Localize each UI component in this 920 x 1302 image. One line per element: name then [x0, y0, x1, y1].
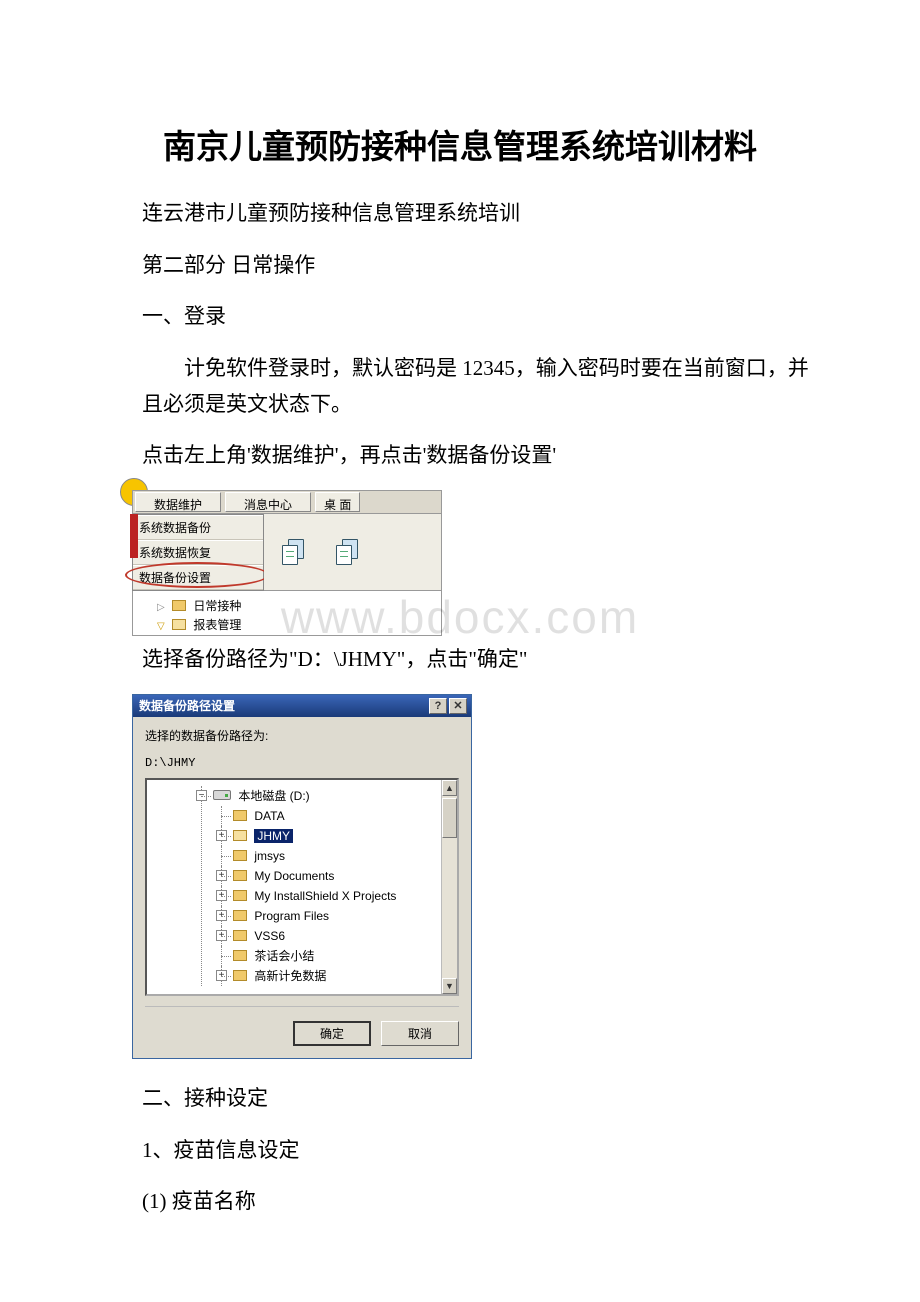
backup-path-dialog: 数据备份路径设置 ? ✕ 选择的数据备份路径为: D:\JHMY − 本地磁盘 …	[132, 694, 472, 1059]
folder-icon	[233, 970, 247, 981]
screenshot-toolbar-menu: 数据维护 消息中心 桌 面 系统数据备份 系统数据恢复 数据备份设置 ▷	[132, 490, 442, 636]
dialog-prompt-label: 选择的数据备份路径为:	[145, 727, 459, 744]
nav-tree-panel: ▷ 日常接种 ▽ 报表管理	[132, 591, 442, 636]
folder-icon	[233, 870, 247, 881]
folder-label-jmsys: jmsys	[254, 849, 285, 863]
section-1-heading: 一、登录	[100, 299, 820, 335]
tree-item-daily[interactable]: ▷ 日常接种	[157, 597, 431, 614]
folder-icon	[172, 600, 186, 611]
folder-tree[interactable]: − 本地磁盘 (D:) DATA +	[145, 778, 459, 996]
folder-icon	[233, 910, 247, 921]
cancel-button[interactable]: 取消	[381, 1021, 459, 1046]
tree-label-baobiao: 报表管理	[193, 618, 241, 632]
folder-icon	[233, 850, 247, 861]
para-click-instruction: 点击左上角'数据维护'，再点击'数据备份设置'	[100, 438, 820, 474]
folder-open-icon	[172, 619, 186, 630]
drive-icon	[213, 790, 231, 800]
folder-label-gaoxin: 高新计免数据	[254, 969, 326, 983]
folder-label-tea: 茶话会小结	[254, 949, 314, 963]
tree-label-daily: 日常接种	[193, 599, 241, 613]
tree-node-vss6[interactable]: + VSS6	[233, 926, 453, 946]
tree-node-jmsys[interactable]: jmsys	[233, 846, 453, 866]
tree-node-installshield[interactable]: + My InstallShield X Projects	[233, 886, 453, 906]
expand-box-icon[interactable]: +	[216, 870, 227, 881]
folder-icon	[233, 890, 247, 901]
tree-node-jhmy[interactable]: + JHMY	[233, 826, 453, 846]
dialog-title: 数据备份路径设置	[139, 697, 235, 714]
tree-node-mydocuments[interactable]: + My Documents	[233, 866, 453, 886]
tree-item-baobiao[interactable]: ▽ 报表管理	[157, 616, 431, 633]
red-indicator-bar	[130, 514, 138, 558]
menu-item-sys-backup[interactable]: 系统数据备份	[133, 515, 263, 540]
folder-open-icon	[233, 830, 247, 841]
tree-node-gaoxin[interactable]: + 高新计免数据	[233, 966, 453, 986]
scroll-up-arrow-icon[interactable]: ▲	[442, 780, 457, 796]
collapse-box-icon[interactable]: −	[196, 790, 207, 801]
tree-node-data[interactable]: DATA	[233, 806, 453, 826]
folder-label-progfiles: Program Files	[254, 909, 329, 923]
expand-triangle-icon: ▷	[157, 602, 165, 613]
tree-node-drive-d[interactable]: − 本地磁盘 (D:) DATA +	[213, 786, 453, 986]
copy-icon[interactable]	[282, 539, 308, 565]
dialog-button-row: 确定 取消	[145, 1006, 459, 1046]
folder-label-vss6: VSS6	[254, 929, 285, 943]
dialog-titlebar: 数据备份路径设置 ? ✕	[133, 695, 471, 717]
expand-box-icon[interactable]: +	[216, 970, 227, 981]
expand-box-icon[interactable]: +	[216, 930, 227, 941]
folder-label-data: DATA	[254, 809, 284, 823]
data-maint-dropdown: 系统数据备份 系统数据恢复 数据备份设置	[132, 514, 264, 591]
expand-box-icon[interactable]: +	[216, 910, 227, 921]
selected-path-text: D:\JHMY	[145, 756, 459, 770]
scroll-thumb[interactable]	[442, 798, 457, 838]
para-subject: 连云港市儿童预防接种信息管理系统培训	[100, 196, 820, 232]
vertical-scrollbar[interactable]: ▲ ▼	[441, 780, 457, 994]
menu-item-backup-path-setting[interactable]: 数据备份设置	[133, 565, 263, 590]
section-2-heading: 二、接种设定	[100, 1081, 820, 1117]
toolbar: 数据维护 消息中心 桌 面	[132, 490, 442, 514]
expand-triangle-open-icon: ▽	[157, 621, 165, 632]
scroll-down-arrow-icon[interactable]: ▼	[442, 978, 457, 994]
folder-icon	[233, 810, 247, 821]
expand-box-icon[interactable]: +	[216, 830, 227, 841]
para-choose-path: 选择备份路径为"D：\JHMY"，点击"确定"	[100, 642, 820, 678]
tree-node-program-files[interactable]: + Program Files	[233, 906, 453, 926]
toolbar-btn-desktop[interactable]: 桌 面	[315, 492, 360, 512]
folder-icon	[233, 950, 247, 961]
close-button[interactable]: ✕	[449, 698, 467, 714]
ok-button[interactable]: 确定	[293, 1021, 371, 1046]
doc-title: 南京儿童预防接种信息管理系统培训材料	[100, 120, 820, 168]
para-part: 第二部分 日常操作	[100, 248, 820, 284]
para-login-desc: 计免软件登录时，默认密码是 12345，输入密码时要在当前窗口，并且必须是英文状…	[100, 351, 820, 422]
folder-label-jhmy: JHMY	[254, 829, 293, 843]
folder-icon	[233, 930, 247, 941]
para-login-desc-text: 计免软件登录时，默认密码是 12345，输入密码时要在当前窗口，并且必须是英文状…	[142, 356, 809, 416]
toolbar-btn-data-maint[interactable]: 数据维护	[135, 492, 221, 512]
menu-item-sys-restore[interactable]: 系统数据恢复	[133, 540, 263, 565]
section-2-item-1: 1、疫苗信息设定	[100, 1133, 820, 1169]
drive-label: 本地磁盘 (D:)	[238, 789, 309, 803]
help-button[interactable]: ?	[429, 698, 447, 714]
folder-label-installshield: My InstallShield X Projects	[254, 889, 396, 903]
section-2-item-1-1: (1) 疫苗名称	[100, 1184, 820, 1220]
expand-box-icon[interactable]: +	[216, 890, 227, 901]
copy-icon-2[interactable]	[336, 539, 362, 565]
tree-node-tea-summary[interactable]: 茶话会小结	[233, 946, 453, 966]
toolbar-btn-msg-center[interactable]: 消息中心	[225, 492, 311, 512]
folder-label-mydocs: My Documents	[254, 869, 334, 883]
